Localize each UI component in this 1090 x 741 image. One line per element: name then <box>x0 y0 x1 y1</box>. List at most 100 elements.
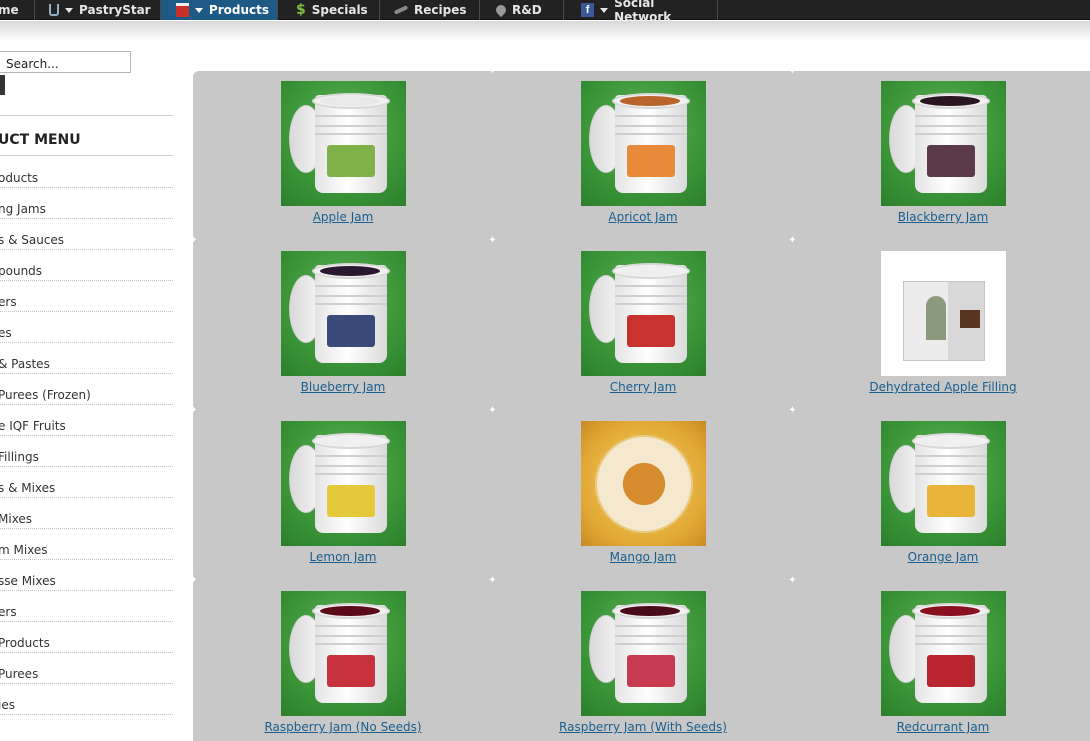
bucket <box>311 93 390 193</box>
nav-item-pastrystar[interactable]: PastryStar <box>35 0 161 20</box>
sparkle-decoration: ✦ <box>488 66 497 77</box>
product-link[interactable]: Mango Jam <box>610 550 677 564</box>
nav-item-label: Recipes <box>414 3 467 17</box>
product-image[interactable] <box>580 81 706 206</box>
sidebar-menu-item[interactable]: pounds <box>0 250 173 281</box>
sidebar-menu-item[interactable]: m Mixes <box>0 529 173 560</box>
product-link[interactable]: Redcurrant Jam <box>897 720 990 734</box>
nav-item-specials[interactable]: $ Specials <box>278 0 380 20</box>
bucket-label <box>926 145 975 177</box>
sparkle-decoration: ✦ <box>788 405 797 416</box>
product-link[interactable]: Raspberry Jam (With Seeds) <box>559 720 727 734</box>
product-image[interactable] <box>880 421 1006 546</box>
sparkle-decoration: ✦ <box>788 235 797 246</box>
product-card: Orange Jam <box>793 421 1090 565</box>
bucket <box>611 93 690 193</box>
sidebar-menu-item[interactable]: es <box>0 312 173 343</box>
sidebar-menu-item[interactable]: Fillings <box>0 436 173 467</box>
sidebar-menu-item[interactable]: & Pastes <box>0 343 173 374</box>
nav-item-home[interactable]: me <box>0 0 35 20</box>
product-image[interactable] <box>280 591 406 716</box>
bucket-label <box>626 315 675 347</box>
box-icon <box>176 3 189 17</box>
product-card: Apple Jam <box>193 81 493 225</box>
nav-item-rd[interactable]: R&D <box>480 0 564 20</box>
bucket <box>311 263 390 363</box>
nav-item-products[interactable]: Products <box>161 0 278 20</box>
sidebar-menu-item[interactable]: sse Mixes <box>0 560 173 591</box>
product-card: Raspberry Jam (No Seeds) <box>193 591 493 735</box>
bucket <box>311 433 390 533</box>
sidebar-menu-item[interactable]: ng Jams <box>0 188 173 219</box>
product-image[interactable] <box>880 81 1006 206</box>
nav-item-social-network[interactable]: f Social Network <box>564 0 718 24</box>
divider <box>0 155 173 156</box>
product-image[interactable] <box>580 421 706 546</box>
product-link[interactable]: Cherry Jam <box>610 380 677 394</box>
bucket-label <box>626 145 675 177</box>
sidebar-menu-item[interactable]: s & Mixes <box>0 467 173 498</box>
sidebar-menu-item[interactable]: Products <box>0 622 173 653</box>
glass-icon <box>49 4 59 16</box>
sidebar-menu-item[interactable]: ies <box>0 684 173 715</box>
product-link[interactable]: Apple Jam <box>313 210 374 224</box>
pin-icon <box>493 2 509 18</box>
sidebar-menu-item[interactable]: s & Sauces <box>0 219 173 250</box>
product-card: Lemon Jam <box>193 421 493 565</box>
sidebar-menu-item[interactable]: oducts <box>0 157 173 188</box>
sidebar-menu-item[interactable]: ers <box>0 281 173 312</box>
product-link[interactable]: Blackberry Jam <box>898 210 989 224</box>
product-image[interactable] <box>880 591 1006 716</box>
product-image[interactable] <box>580 251 706 376</box>
product-link[interactable]: Orange Jam <box>908 550 979 564</box>
bucket <box>911 433 990 533</box>
bucket-label <box>326 485 375 517</box>
sparkle-decoration: ✦ <box>788 575 797 586</box>
chevron-down-icon <box>194 7 203 13</box>
nav-item-recipes[interactable]: Recipes <box>380 0 480 20</box>
nav-item-label: R&D <box>512 3 542 17</box>
product-card: Blackberry Jam <box>793 81 1090 225</box>
sparkle-decoration: ✦ <box>488 405 497 416</box>
nav-shadow <box>0 21 1090 41</box>
package-box <box>902 281 985 361</box>
divider <box>0 115 173 116</box>
dollar-icon: $ <box>296 2 306 18</box>
whisk-icon <box>393 5 409 15</box>
sidebar-menu-item[interactable]: ers <box>0 591 173 622</box>
product-link[interactable]: Blueberry Jam <box>301 380 386 394</box>
product-card: Dehydrated Apple Filling <box>793 251 1090 395</box>
product-link[interactable]: Apricot Jam <box>608 210 677 224</box>
sidebar-menu-item[interactable]: Purees <box>0 653 173 684</box>
sparkle-decoration: ✦ <box>488 235 497 246</box>
product-link[interactable]: Lemon Jam <box>310 550 377 564</box>
search-input[interactable] <box>0 51 131 73</box>
product-image[interactable] <box>280 81 406 206</box>
sparkle-decoration: ✦ <box>788 66 797 77</box>
product-image[interactable] <box>580 591 706 716</box>
bucket-label <box>926 655 975 687</box>
product-image[interactable] <box>280 421 406 546</box>
product-link[interactable]: Raspberry Jam (No Seeds) <box>264 720 421 734</box>
nav-item-label: PastryStar <box>79 3 151 17</box>
product-card: Redcurrant Jam <box>793 591 1090 735</box>
bucket <box>911 603 990 703</box>
product-image[interactable] <box>880 251 1006 376</box>
nav-item-label: Products <box>208 3 269 17</box>
search-button[interactable] <box>0 75 5 95</box>
pastry-ring <box>594 435 693 533</box>
product-card: Blueberry Jam <box>193 251 493 395</box>
sparkle-decoration: ✦ <box>488 575 497 586</box>
chevron-down-icon <box>600 7 609 13</box>
sparkle-decoration: ✦ <box>189 405 198 416</box>
product-image[interactable] <box>280 251 406 376</box>
bucket <box>911 93 990 193</box>
bucket-label <box>326 315 375 347</box>
sidebar-menu-item[interactable]: Mixes <box>0 498 173 529</box>
product-menu: oductsng Jamss & Saucespoundserses & Pas… <box>0 157 173 715</box>
top-nav: me PastryStar Products $ Specials Recipe… <box>0 0 1090 24</box>
bucket-label <box>626 655 675 687</box>
sidebar-menu-item[interactable]: Purees (Frozen) <box>0 374 173 405</box>
product-link[interactable]: Dehydrated Apple Filling <box>869 380 1016 394</box>
sidebar-menu-item[interactable]: e IQF Fruits <box>0 405 173 436</box>
